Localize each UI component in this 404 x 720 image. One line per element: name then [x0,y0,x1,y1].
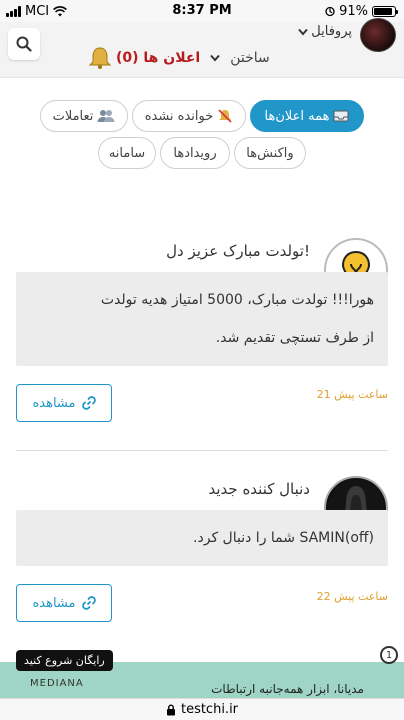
inbox-icon [333,110,349,122]
tab-interactions[interactable]: تعاملات [40,100,128,132]
profile-label: پروفایل [311,24,352,39]
notification-body-line: SAMIN(off) شما را دنبال کرد. [193,530,374,546]
notification-body: SAMIN(off) شما را دنبال کرد. [16,510,388,566]
tab-all-notifications[interactable]: همه اعلان‌ها [250,100,364,132]
link-icon [81,396,96,410]
lock-icon [166,704,175,715]
link-icon [81,596,96,610]
notification-body-line: هورا!!! تولدت مبارک، 5000 امتیاز هدیه تو… [100,292,374,308]
view-button-label: مشاهده [32,595,76,611]
tab-system[interactable]: سامانه [98,137,156,169]
ad-logo: MEDIANA [30,678,84,689]
location-icon [325,6,335,17]
status-bar: MCI 8:37 PM 91% [0,0,404,22]
bell-off-icon [218,109,232,123]
notification-time: 22 ساعت پیش [316,590,388,603]
ad-cta-button[interactable]: رایگان شروع کنید [16,650,113,671]
site-header: پروفایل اعلان ها (0) ساختن [0,18,404,78]
tab-label: همه اعلان‌ها [264,108,330,124]
status-right: 91% [325,4,398,19]
notification-time: 21 ساعت پیش [316,388,388,401]
search-button[interactable] [8,28,40,60]
tab-label: خوانده نشده [144,108,214,124]
header-actions: اعلان ها (0) ساختن [88,50,270,66]
chevron-down-icon [210,54,220,62]
view-button[interactable]: مشاهده [16,384,112,422]
notification-card: دنبال کننده جدید SAMIN(off) شما را دنبال… [16,476,388,626]
ad-banner[interactable]: رایگان شروع کنید MEDIANA مدیانا، ابزار ه… [0,646,404,698]
tab-reactions[interactable]: واکنش‌ها [234,137,306,169]
tab-label: واکنش‌ها [246,145,294,161]
notification-title: تولدت مبارک عزیز دل! [166,242,310,260]
search-icon [16,36,32,52]
tab-label: سامانه [108,145,146,161]
divider [16,450,388,451]
view-button-label: مشاهده [32,395,76,411]
build-menu[interactable]: ساختن [230,50,270,66]
ad-text: مدیانا، ابزار همه‌جانبه ارتباطات [211,682,364,696]
ad-badge[interactable]: 1 [380,646,398,664]
notification-body-line: از طرف تستچی تقدیم شد. [215,330,374,346]
avatar[interactable] [360,18,396,52]
tab-label: تعاملات [52,108,94,124]
notification-title: دنبال کننده جدید [208,480,310,498]
battery-percent: 91% [339,4,368,19]
users-icon [97,110,115,122]
tab-label: رویدادها [173,145,217,161]
url-domain: testchi.ir [180,702,239,717]
chevron-down-icon [298,28,309,36]
tab-events[interactable]: رویدادها [160,137,230,169]
tab-unread[interactable]: خوانده نشده [132,100,246,132]
notification-body: هورا!!! تولدت مبارک، 5000 امتیاز هدیه تو… [16,272,388,366]
battery-icon [372,6,398,17]
notifications-link[interactable]: اعلان ها (0) [116,50,200,66]
notification-card: تولدت مبارک عزیز دل! هورا!!! تولدت مبارک… [16,238,388,428]
browser-url-bar[interactable]: testchi.ir [0,698,404,720]
view-button[interactable]: مشاهده [16,584,112,622]
profile-menu[interactable]: پروفایل [298,24,352,39]
